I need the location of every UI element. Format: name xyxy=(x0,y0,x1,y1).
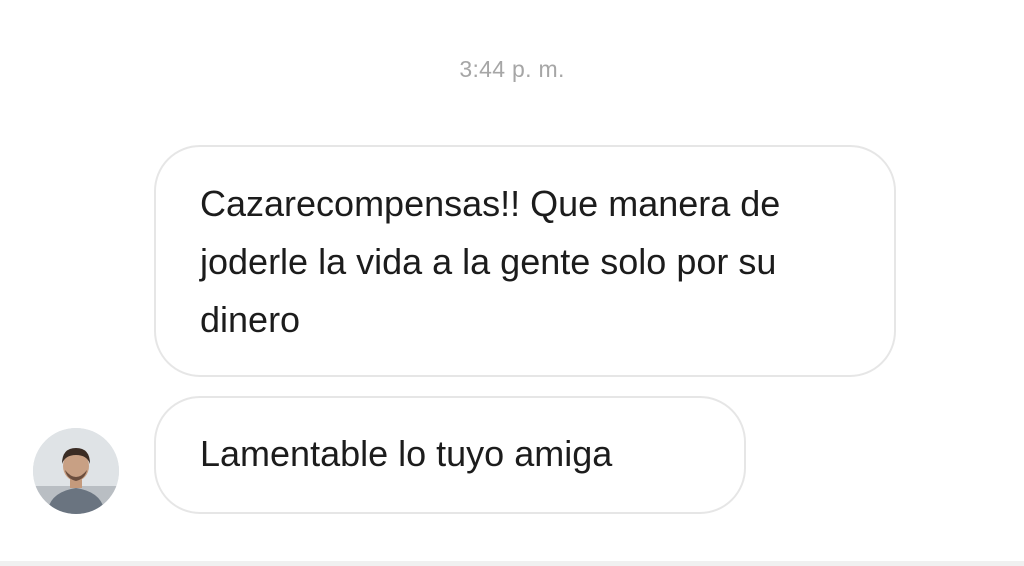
sender-avatar[interactable] xyxy=(33,428,119,514)
chat-thread: 3:44 p. m. Cazarecompensas!! Que manera … xyxy=(0,0,1024,566)
message-text: Cazarecompensas!! Que manera de joderle … xyxy=(200,183,781,340)
message-bubble[interactable]: Cazarecompensas!! Que manera de joderle … xyxy=(154,145,896,377)
composer-divider xyxy=(0,561,1024,566)
message-timestamp: 3:44 p. m. xyxy=(459,56,565,82)
message-text: Lamentable lo tuyo amiga xyxy=(200,433,613,474)
message-bubble[interactable]: Lamentable lo tuyo amiga xyxy=(154,396,746,514)
avatar-photo-icon xyxy=(33,428,119,514)
